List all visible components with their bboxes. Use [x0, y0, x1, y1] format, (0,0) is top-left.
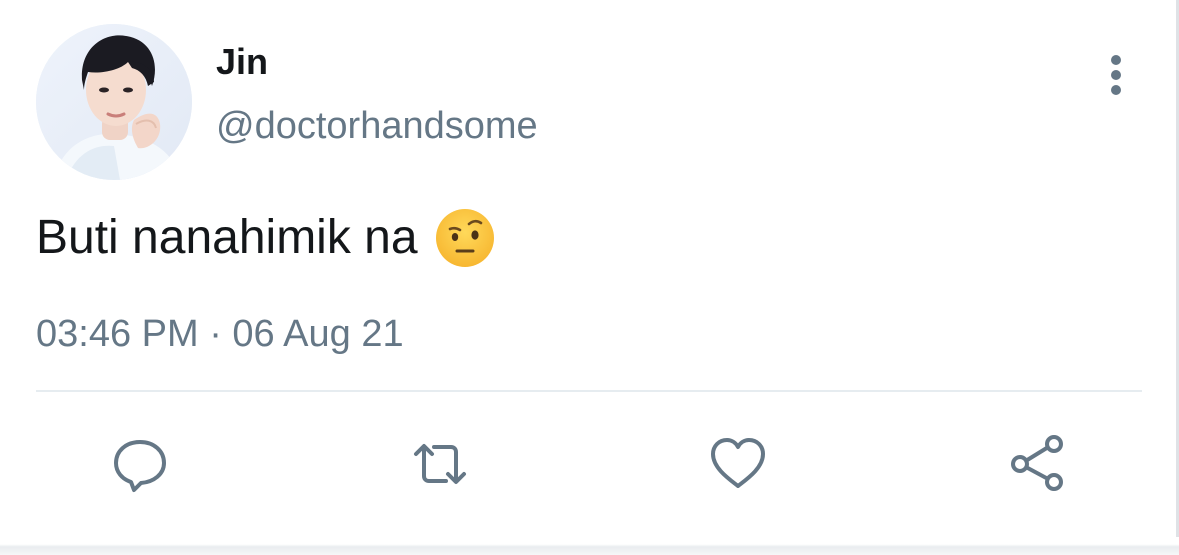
avatar-image [36, 24, 192, 180]
avatar[interactable] [36, 24, 192, 180]
tweet-text: Buti nanahimik na [36, 207, 496, 269]
speech-bubble-icon [114, 440, 166, 492]
vertical-ellipsis-icon [1111, 55, 1121, 95]
author-handle[interactable]: @doctorhandsome [216, 102, 538, 150]
share-button[interactable] [1006, 432, 1070, 496]
like-button[interactable] [706, 432, 770, 496]
share-nodes-icon [1011, 435, 1063, 491]
reply-button[interactable] [108, 432, 172, 496]
divider [36, 390, 1142, 392]
retweet-arrows-icon [414, 444, 466, 484]
author-name[interactable]: Jin [216, 40, 268, 84]
tweet-timestamp[interactable]: 03:46 PM · 06 Aug 21 [36, 310, 404, 358]
raised-eyebrow-emoji-icon [434, 207, 496, 269]
retweet-button[interactable] [408, 432, 472, 496]
heart-icon [711, 438, 765, 488]
tweet-text-content: Buti nanahimik na [36, 211, 418, 264]
more-options-button[interactable] [1096, 52, 1136, 98]
card-bottom-shadow [0, 537, 1179, 555]
